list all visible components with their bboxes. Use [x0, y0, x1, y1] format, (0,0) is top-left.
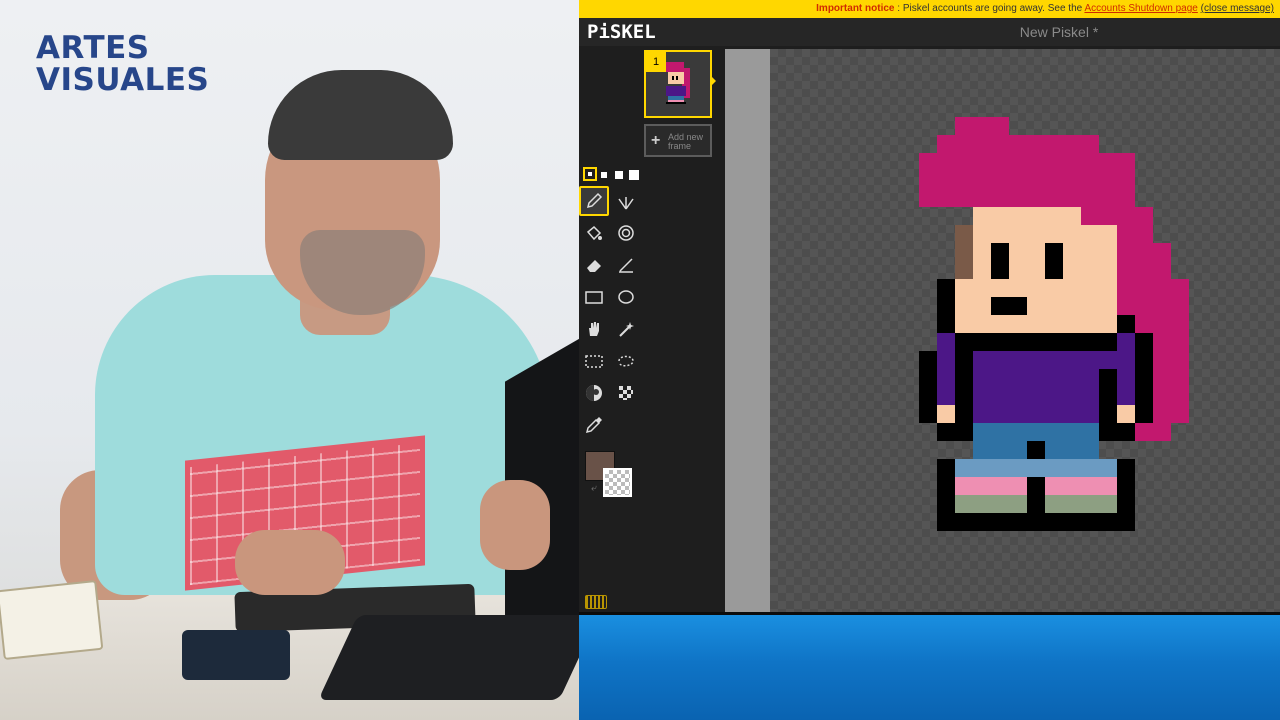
brand-logo: ARTES VISUALES — [36, 32, 209, 96]
dithering-icon — [619, 386, 633, 400]
laptop-keyboard — [318, 615, 579, 700]
plus-icon: + — [651, 132, 661, 149]
frame-thumbnail[interactable]: 1 — [644, 50, 712, 118]
shape-selection-tool[interactable] — [611, 314, 641, 344]
color-picker-tool[interactable] — [579, 410, 609, 440]
pixel-canvas[interactable] — [770, 49, 1280, 613]
add-frame-label: Add new frame — [668, 132, 704, 151]
rectangle-icon — [585, 291, 603, 304]
desktop-background — [579, 615, 1280, 720]
color-palette: ⤶ — [585, 451, 635, 501]
pen-size-2[interactable] — [601, 172, 607, 178]
notice-title: Important notice — [816, 3, 895, 14]
same-color-bucket-tool[interactable] — [611, 218, 641, 248]
brand-line-1: ARTES — [36, 30, 150, 66]
pen-size-4[interactable] — [629, 170, 639, 180]
paint-bucket-tool[interactable] — [579, 218, 609, 248]
secondary-color-swatch[interactable] — [603, 468, 632, 497]
move-tool[interactable] — [579, 314, 609, 344]
pen-size-3[interactable] — [615, 171, 623, 179]
circle-tool[interactable] — [611, 282, 641, 312]
circle-icon — [618, 290, 634, 304]
notice-text: : Piskel accounts are going away. See th… — [897, 3, 1083, 14]
rectangle-tool[interactable] — [579, 282, 609, 312]
lighten-tool[interactable] — [579, 378, 609, 408]
rectangle-select-icon — [585, 355, 603, 368]
pen-size-1[interactable] — [583, 167, 597, 181]
person-hair — [268, 70, 453, 160]
accounts-shutdown-link[interactable]: Accounts Shutdown page — [1084, 3, 1197, 14]
notice-bar: Important notice : Piskel accounts are g… — [579, 0, 1280, 18]
vertical-mirror-pen-tool[interactable] — [611, 186, 641, 216]
eraser-icon — [587, 260, 601, 272]
pen-icon — [586, 192, 603, 209]
lasso-select-tool[interactable] — [611, 346, 641, 376]
move-hand-icon — [589, 322, 599, 336]
dithering-tool[interactable] — [611, 378, 641, 408]
frames-panel: 1 + Add new frame — [639, 48, 729, 618]
smartphone — [182, 630, 290, 680]
add-new-frame-button[interactable]: + Add new frame — [644, 124, 712, 157]
color-picker-icon — [585, 417, 602, 434]
sprite-thumbnail — [666, 62, 690, 104]
same-color-bucket-icon — [618, 225, 634, 241]
close-message-link[interactable]: (close message) — [1201, 3, 1274, 14]
pixel-character-sprite — [919, 117, 1189, 531]
shape-selection-wand-icon — [619, 322, 634, 337]
lasso-select-icon — [618, 355, 634, 367]
stroke-tool[interactable] — [611, 250, 641, 280]
webcam-video: ARTES VISUALES — [0, 0, 579, 720]
paint-bucket-icon — [586, 225, 602, 241]
pen-tool[interactable] — [579, 186, 609, 216]
canvas-left-gutter — [725, 49, 770, 613]
app-header: PiSKEL New Piskel * — [579, 18, 1280, 46]
document-title[interactable]: New Piskel * — [959, 24, 1159, 40]
swap-colors-icon[interactable]: ⤶ — [591, 483, 597, 494]
person-hand — [480, 480, 550, 570]
lighten-icon — [586, 385, 602, 401]
piskel-editor: Important notice : Piskel accounts are g… — [579, 0, 1280, 720]
person-hand-with-pen — [235, 530, 345, 595]
rectangle-select-tool[interactable] — [579, 346, 609, 376]
spiral-notebook — [0, 579, 104, 661]
frame-selected-arrow-icon — [711, 76, 716, 86]
drawing-area — [725, 49, 1280, 613]
keyboard-shortcuts-icon[interactable] — [585, 595, 607, 609]
piskel-logo[interactable]: PiSKEL — [587, 21, 656, 43]
vertical-mirror-pen-icon — [618, 197, 634, 210]
eraser-tool[interactable] — [579, 250, 609, 280]
stroke-line-icon — [619, 258, 633, 273]
brand-line-2: VISUALES — [36, 62, 210, 98]
